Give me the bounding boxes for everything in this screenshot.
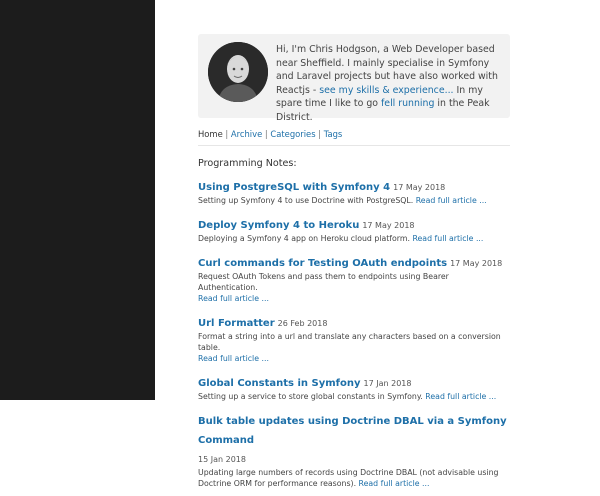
- post-title[interactable]: Global Constants in Symfony: [198, 378, 361, 389]
- post-description: Deploying a Symfony 4 app on Heroku clou…: [198, 233, 510, 244]
- post-date: 17 Jan 2018: [363, 379, 412, 388]
- post-description: Request OAuth Tokens and pass them to en…: [198, 271, 510, 304]
- read-more-link[interactable]: Read full article ...: [359, 479, 430, 488]
- post-item: Curl commands for Testing OAuth endpoint…: [198, 251, 510, 304]
- post-title[interactable]: Url Formatter: [198, 318, 275, 329]
- nav-bar: Home | Archive | Categories | Tags: [198, 129, 510, 146]
- nav-tags[interactable]: Tags: [324, 129, 343, 139]
- fell-running-link[interactable]: fell running: [381, 98, 434, 109]
- post-date: 17 May 2018: [362, 221, 415, 230]
- post-title[interactable]: Bulk table updates using Doctrine DBAL v…: [198, 416, 507, 446]
- post-title[interactable]: Curl commands for Testing OAuth endpoint…: [198, 258, 447, 269]
- post-description: Updating large numbers of records using …: [198, 467, 510, 489]
- left-sidebar: [0, 0, 155, 400]
- nav-separator: |: [318, 129, 322, 139]
- read-more-link[interactable]: Read full article ...: [198, 294, 269, 303]
- read-more-link[interactable]: Read full article ...: [198, 354, 269, 363]
- read-more-link[interactable]: Read full article ...: [416, 196, 487, 205]
- read-more-link[interactable]: Read full article ...: [412, 234, 483, 243]
- main-content: Hi, I'm Chris Hodgson, a Web Developer b…: [198, 34, 510, 496]
- post-description-text: Setting up Symfony 4 to use Doctrine wit…: [198, 196, 414, 205]
- post-description: Format a string into a url and translate…: [198, 331, 510, 364]
- post-item: Url Formatter 26 Feb 2018 Format a string…: [198, 311, 510, 364]
- post-item: Global Constants in Symfony 17 Jan 2018 S…: [198, 371, 510, 402]
- post-date: 15 Jan 2018: [198, 455, 246, 464]
- avatar: [208, 42, 268, 102]
- nav-separator: |: [264, 129, 268, 139]
- nav-categories[interactable]: Categories: [270, 129, 315, 139]
- skills-link[interactable]: see my skills & experience...: [319, 85, 453, 96]
- post-list: Using PostgreSQL with Symfony 4 17 May 20…: [198, 175, 510, 489]
- nav-separator: |: [225, 129, 229, 139]
- post-title[interactable]: Using PostgreSQL with Symfony 4: [198, 182, 390, 193]
- section-title: Programming Notes:: [198, 158, 297, 169]
- post-description: Setting up a service to store global con…: [198, 391, 510, 402]
- post-date: 26 Feb 2018: [277, 319, 328, 328]
- intro-box: Hi, I'm Chris Hodgson, a Web Developer b…: [198, 34, 510, 123]
- post-item: Deploy Symfony 4 to Heroku 17 May 2018 De…: [198, 213, 510, 244]
- portrait-icon: [208, 42, 268, 102]
- post-description-text: Request OAuth Tokens and pass them to en…: [198, 272, 449, 292]
- nav-archive[interactable]: Archive: [231, 129, 262, 139]
- nav-home[interactable]: Home: [198, 129, 223, 139]
- post-date: 17 May 2018: [393, 183, 446, 192]
- post-date: 17 May 2018: [450, 259, 503, 268]
- intro-text: Hi, I'm Chris Hodgson, a Web Developer b…: [276, 42, 504, 125]
- post-description: Setting up Symfony 4 to use Doctrine wit…: [198, 195, 510, 206]
- post-item: Bulk table updates using Doctrine DBAL v…: [198, 409, 510, 489]
- post-description-text: Deploying a Symfony 4 app on Heroku clou…: [198, 234, 410, 243]
- post-description-text: Updating large numbers of records using …: [198, 468, 499, 488]
- post-title[interactable]: Deploy Symfony 4 to Heroku: [198, 220, 359, 231]
- post-description-text: Format a string into a url and translate…: [198, 332, 501, 352]
- post-item: Using PostgreSQL with Symfony 4 17 May 20…: [198, 175, 510, 206]
